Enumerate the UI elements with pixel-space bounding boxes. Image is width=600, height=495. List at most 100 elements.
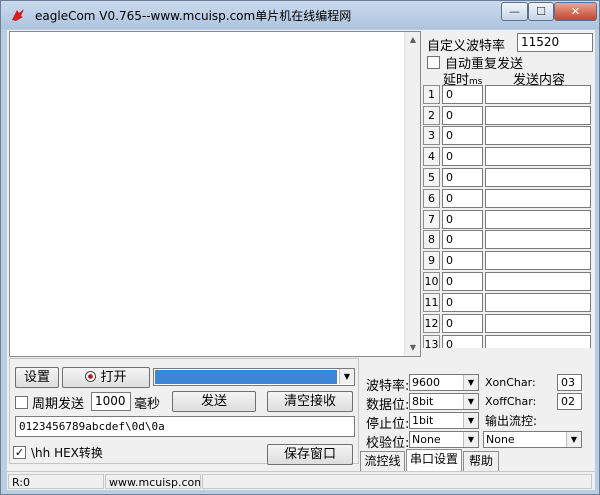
row-content-input[interactable] <box>485 272 591 291</box>
periodic-send-label: 周期发送 <box>32 397 85 412</box>
save-window-button[interactable]: 保存窗口 <box>267 444 353 465</box>
row-content-input[interactable] <box>485 126 591 145</box>
row-send-button[interactable]: 5 <box>423 168 440 187</box>
row-delay-input[interactable]: 0 <box>442 126 483 145</box>
row-delay-input[interactable]: 0 <box>442 210 483 229</box>
databits-select-value: 8bit <box>412 395 434 408</box>
row-send-button[interactable]: 8 <box>423 230 440 249</box>
periodic-send-checkbox[interactable] <box>15 396 28 409</box>
row-delay-input[interactable]: 0 <box>442 106 483 125</box>
send-list: 1 0 2 0 3 0 4 0 5 0 6 0 7 0 8 0 9 0 10 0… <box>423 84 595 357</box>
list-item: 9 0 <box>423 251 595 271</box>
xoff-input[interactable]: 02 <box>557 393 582 410</box>
list-item: 5 0 <box>423 168 595 188</box>
list-item: 1 0 <box>423 85 595 105</box>
tab-flow-lines[interactable]: 流控线 <box>360 451 405 471</box>
list-item: 11 0 <box>423 293 595 313</box>
row-content-input[interactable] <box>485 251 591 270</box>
parity-select-value: None <box>412 433 441 446</box>
custom-baud-label: 自定义波特率 <box>427 39 506 54</box>
send-list-scrollbar[interactable] <box>423 348 595 357</box>
website-label: www.mcuisp.com <box>105 474 201 489</box>
send-button[interactable]: 发送 <box>172 391 256 412</box>
tab-help[interactable]: 帮助 <box>463 451 499 471</box>
scroll-down-icon[interactable]: ▼ <box>405 340 421 356</box>
databits-label: 数据位: <box>366 398 410 413</box>
settings-button[interactable]: 设置 <box>15 367 59 388</box>
chevron-down-icon[interactable]: ▼ <box>463 375 478 390</box>
row-send-button[interactable]: 4 <box>423 147 440 166</box>
parity-label: 校验位: <box>366 436 410 451</box>
close-button[interactable]: ✕ <box>554 2 597 21</box>
row-delay-input[interactable]: 0 <box>442 293 483 312</box>
window-title: eagleCom V0.765--www.mcuisp.com单片机在线编程网 <box>35 9 352 23</box>
row-delay-input[interactable]: 0 <box>442 230 483 249</box>
client-area: ▲ ▼ 自定义波特率 11520 自动重复发送 延时ms 发送内容 1 0 2 … <box>7 30 595 490</box>
open-port-button[interactable]: 打开 <box>62 367 150 388</box>
row-send-button[interactable]: 1 <box>423 85 440 104</box>
title-bar[interactable]: eagleCom V0.765--www.mcuisp.com单片机在线编程网 … <box>1 1 599 29</box>
maximize-button[interactable]: ☐ <box>528 2 554 21</box>
stopbits-label: 停止位: <box>366 417 410 432</box>
list-item: 10 0 <box>423 272 595 292</box>
list-item: 4 0 <box>423 147 595 167</box>
port-select-value <box>155 370 337 384</box>
row-content-input[interactable] <box>485 85 591 104</box>
row-delay-input[interactable]: 0 <box>442 251 483 270</box>
row-content-input[interactable] <box>485 106 591 125</box>
stopbits-select[interactable]: 1bit ▼ <box>409 412 479 429</box>
rx-count: R:0 <box>8 474 104 489</box>
row-content-input[interactable] <box>485 147 591 166</box>
flow-control-select[interactable]: None ▼ <box>483 431 582 448</box>
hex-convert-checkbox[interactable]: ✓ <box>13 446 26 459</box>
row-content-input[interactable] <box>485 168 591 187</box>
open-port-label: 打开 <box>100 370 127 385</box>
databits-select[interactable]: 8bit ▼ <box>409 393 479 410</box>
chevron-down-icon[interactable]: ▼ <box>463 432 478 447</box>
list-item: 3 0 <box>423 126 595 146</box>
xon-input[interactable]: 03 <box>557 374 582 391</box>
receive-scrollbar[interactable]: ▲ ▼ <box>404 32 420 356</box>
row-send-button[interactable]: 3 <box>423 126 440 145</box>
row-delay-input[interactable]: 0 <box>442 189 483 208</box>
chevron-down-icon[interactable]: ▼ <box>463 394 478 409</box>
chevron-down-icon[interactable]: ▼ <box>566 432 581 447</box>
port-select[interactable]: ▼ <box>153 368 355 386</box>
baud-select[interactable]: 9600 ▼ <box>409 374 479 391</box>
row-content-input[interactable] <box>485 189 591 208</box>
row-send-button[interactable]: 7 <box>423 210 440 229</box>
row-send-button[interactable]: 9 <box>423 251 440 270</box>
receive-textarea[interactable]: ▲ ▼ <box>9 31 421 357</box>
row-send-button[interactable]: 10 <box>423 272 440 291</box>
chevron-down-icon[interactable]: ▼ <box>339 369 354 384</box>
row-delay-input[interactable]: 0 <box>442 272 483 291</box>
eagle-logo-icon <box>12 9 24 21</box>
row-delay-input[interactable]: 0 <box>442 168 483 187</box>
row-send-button[interactable]: 11 <box>423 293 440 312</box>
period-input[interactable]: 1000 <box>91 392 131 411</box>
tab-serial-settings[interactable]: 串口设置 <box>406 449 462 471</box>
auto-resend-checkbox[interactable] <box>427 56 440 69</box>
row-content-input[interactable] <box>485 230 591 249</box>
row-delay-input[interactable]: 0 <box>442 314 483 333</box>
row-content-input[interactable] <box>485 314 591 333</box>
row-delay-input[interactable]: 0 <box>442 147 483 166</box>
row-send-button[interactable]: 6 <box>423 189 440 208</box>
row-delay-input[interactable]: 0 <box>442 85 483 104</box>
list-item: 6 0 <box>423 189 595 209</box>
app-window: eagleCom V0.765--www.mcuisp.com单片机在线编程网 … <box>0 0 600 495</box>
custom-baud-input[interactable]: 11520 <box>517 33 593 52</box>
row-send-button[interactable]: 2 <box>423 106 440 125</box>
scroll-up-icon[interactable]: ▲ <box>405 32 421 48</box>
minimize-button[interactable]: — <box>501 2 528 21</box>
parity-select[interactable]: None ▼ <box>409 431 479 448</box>
list-item: 12 0 <box>423 314 595 334</box>
row-send-button[interactable]: 12 <box>423 314 440 333</box>
baud-label: 波特率: <box>366 379 410 394</box>
clear-receive-button[interactable]: 清空接收 <box>267 391 353 412</box>
chevron-down-icon[interactable]: ▼ <box>463 413 478 428</box>
row-content-input[interactable] <box>485 293 591 312</box>
send-text-input[interactable]: 0123456789abcdef\0d\0a <box>15 416 355 437</box>
row-content-input[interactable] <box>485 210 591 229</box>
list-item: 2 0 <box>423 106 595 126</box>
